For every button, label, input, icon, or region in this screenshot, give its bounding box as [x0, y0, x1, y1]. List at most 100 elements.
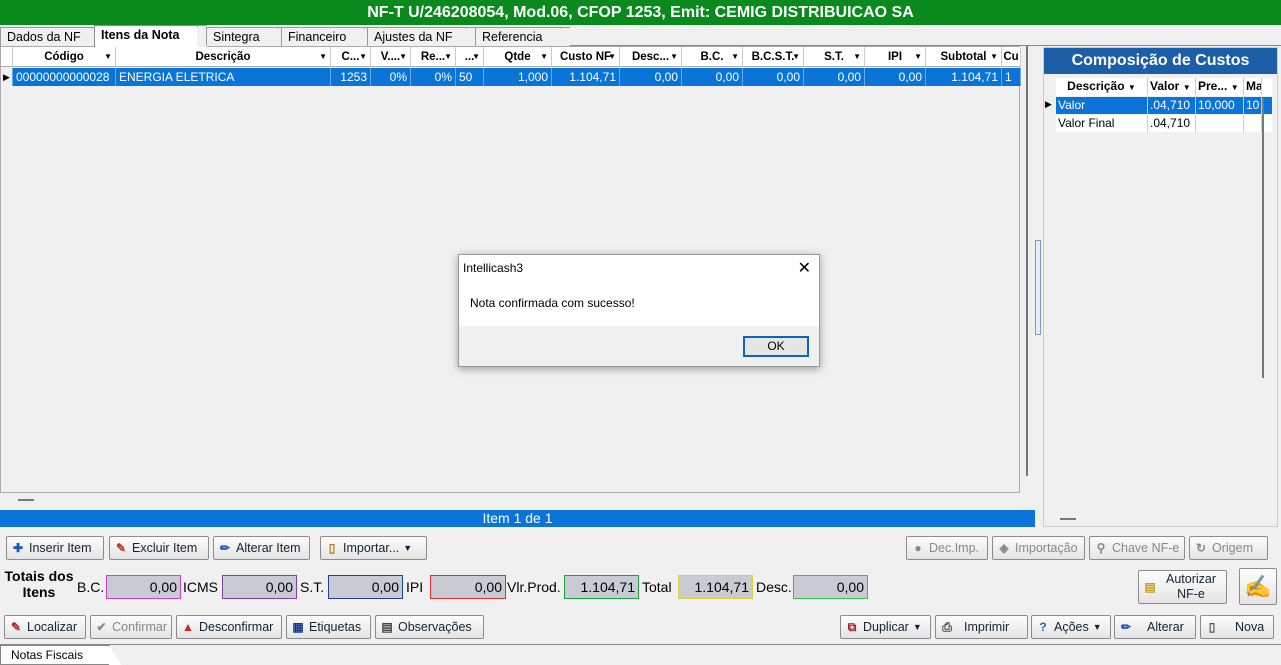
col-cst[interactable]: ... ▼	[456, 47, 484, 67]
cell-red[interactable]: 0%	[411, 68, 456, 86]
disc-icon: ●	[914, 541, 922, 555]
col-v[interactable]: V.... ▼	[371, 47, 411, 67]
printer-icon: ⎙	[942, 620, 952, 634]
confirmar-button[interactable]: ✔ Confirmar	[90, 615, 172, 639]
tab-ajustes-nf[interactable]: Ajustes da NF	[367, 27, 476, 46]
comp-cell-descricao[interactable]: Valor	[1056, 97, 1148, 114]
ipi-label: IPI	[406, 579, 424, 595]
col-custo-nf[interactable]: Custo NF ▼	[552, 47, 620, 67]
cell-subtotal[interactable]: 1.104,71	[926, 68, 1002, 86]
col-bc[interactable]: B.C. ▼	[682, 47, 743, 67]
chave-nfe-button[interactable]: ⚲ Chave NF-e	[1089, 536, 1185, 560]
cell-cfop[interactable]: 1253	[331, 68, 371, 86]
comp-cell-preco[interactable]: 10,000	[1196, 97, 1244, 114]
comp-resize-handle[interactable]	[1060, 518, 1076, 520]
col-red[interactable]: Re... ▼	[411, 47, 456, 67]
comp-col-valor[interactable]: Valor ▼	[1148, 78, 1196, 95]
bc-label: B.C.	[77, 579, 105, 595]
importar-button[interactable]: ▯ Importar... ▼	[320, 536, 427, 560]
close-icon[interactable]: ✕	[798, 258, 811, 278]
comp-scrollbar[interactable]	[1262, 98, 1264, 378]
plus-icon: ✚	[12, 541, 24, 555]
status-bar: Item 1 de 1	[0, 510, 1035, 527]
tab-dados-nf[interactable]: Dados da NF	[0, 27, 101, 46]
panel-splitter[interactable]	[1035, 240, 1041, 335]
cell-ipi[interactable]: 0,00	[865, 68, 926, 86]
col-subtotal[interactable]: Subtotal ▼	[926, 47, 1002, 67]
autorizar-nfe-button[interactable]: ▤ Autorizar NF-e	[1138, 570, 1227, 604]
localizar-button[interactable]: ✎ Localizar	[4, 615, 86, 639]
cell-codigo[interactable]: 00000000000028	[13, 68, 116, 86]
comp-cell-valor[interactable]: .04,710	[1148, 115, 1196, 132]
cell-qtde[interactable]: 1,000	[484, 68, 552, 86]
window-title: NF-T U/246208054, Mod.06, CFOP 1253, Emi…	[0, 0, 1281, 25]
cell-bcst[interactable]: 0,00	[743, 68, 804, 86]
etiquetas-button[interactable]: ▦ Etiquetas	[286, 615, 371, 639]
imprimir-button[interactable]: ⎙ Imprimir	[935, 615, 1028, 639]
dialog-message: Nota confirmada com sucesso!	[470, 296, 635, 310]
ok-button[interactable]: OK	[743, 336, 809, 357]
col-descricao[interactable]: Descrição ▼	[116, 47, 331, 67]
icms-label: ICMS	[183, 579, 218, 595]
vertical-scrollbar[interactable]	[1026, 46, 1028, 476]
col-qtde[interactable]: Qtde ▼	[484, 47, 552, 67]
cell-v[interactable]: 0%	[371, 68, 411, 86]
col-st[interactable]: S.T. ▼	[804, 47, 865, 67]
tab-referencia[interactable]: Referencia	[475, 27, 570, 46]
grid-resize-handle[interactable]	[18, 499, 34, 501]
importacao-button[interactable]: ◈ Importação	[992, 536, 1085, 560]
col-custo[interactable]: Cu	[1002, 47, 1021, 67]
col-bcst[interactable]: B.C.S.T. ▼	[743, 47, 804, 67]
comp-col-preco[interactable]: Pre... ▼	[1196, 78, 1244, 95]
composicao-header: Descrição ▼ Valor ▼ Pre... ▼ Ma	[1056, 78, 1272, 96]
inserir-item-button[interactable]: ✚ Inserir Item	[6, 536, 104, 560]
cell-custo[interactable]: 1	[1002, 68, 1021, 86]
desconfirmar-button[interactable]: ▲ Desconfirmar	[176, 615, 282, 639]
eraser-icon: ✎	[10, 620, 22, 634]
duplicar-button[interactable]: ⧉ Duplicar ▼	[840, 615, 931, 639]
nova-button[interactable]: ▯ Nova	[1200, 615, 1274, 639]
observacoes-button[interactable]: ▤ Observações	[375, 615, 484, 639]
composicao-title: Composição de Custos	[1044, 48, 1277, 74]
comp-cell-preco[interactable]	[1196, 115, 1244, 132]
tab-financeiro[interactable]: Financeiro	[281, 27, 374, 46]
alterar-button[interactable]: ✏ Alterar	[1114, 615, 1196, 639]
list-item[interactable]: Valor .04,710 10,000 10	[1056, 97, 1272, 114]
dec-imp-button[interactable]: ● Dec.Imp.	[906, 536, 988, 560]
col-cfop[interactable]: C... ▼	[331, 47, 371, 67]
tab-notas-fiscais[interactable]: Notas Fiscais	[0, 645, 121, 665]
comp-cell-descricao[interactable]: Valor Final	[1056, 115, 1148, 132]
bc-field: 0,00	[106, 575, 181, 599]
list-item[interactable]: Valor Final .04,710	[1056, 115, 1272, 132]
comp-col-margem[interactable]: Ma	[1244, 78, 1262, 95]
col-ipi[interactable]: IPI ▼	[865, 47, 926, 67]
comp-cell-margem[interactable]	[1244, 115, 1262, 132]
table-row[interactable]: ▶ 00000000000028 ENERGIA ELETRICA 1253 0…	[1, 68, 1021, 86]
acoes-button[interactable]: ? Ações ▼	[1031, 615, 1111, 639]
cell-desc[interactable]: 0,00	[620, 68, 682, 86]
grid-icon: ▦	[292, 620, 304, 634]
duplicate-icon: ⧉	[847, 620, 857, 634]
cell-descricao[interactable]: ENERGIA ELETRICA	[116, 68, 331, 86]
icms-field: 0,00	[222, 575, 297, 599]
certificate-icon: ▤	[1144, 580, 1156, 594]
cell-bc[interactable]: 0,00	[682, 68, 743, 86]
tab-sintegra[interactable]: Sintegra	[206, 27, 287, 46]
col-codigo[interactable]: Código ▼	[13, 47, 116, 67]
comp-cell-margem[interactable]: 10	[1244, 97, 1262, 114]
cell-custo-nf[interactable]: 1.104,71	[552, 68, 620, 86]
tab-itens-nota[interactable]: Itens da Nota	[94, 25, 207, 47]
origem-button[interactable]: ↻ Origem	[1189, 536, 1268, 560]
cell-st[interactable]: 0,00	[804, 68, 865, 86]
recycle-icon: ↻	[1195, 541, 1207, 555]
comp-cell-valor[interactable]: .04,710	[1148, 97, 1196, 114]
excluir-item-button[interactable]: ✎ Excluir Item	[109, 536, 209, 560]
alterar-item-button[interactable]: ✏ Alterar Item	[213, 536, 310, 560]
pencil-icon: ✏	[1120, 620, 1132, 634]
col-desc[interactable]: Desc... ▼	[620, 47, 682, 67]
sign-icon[interactable]: ✍	[1239, 568, 1277, 605]
search-icon: ⚲	[1096, 541, 1106, 555]
comp-col-descricao[interactable]: Descrição ▼	[1056, 78, 1148, 95]
st-field: 0,00	[328, 575, 403, 599]
cell-cst[interactable]: 50	[456, 68, 484, 86]
